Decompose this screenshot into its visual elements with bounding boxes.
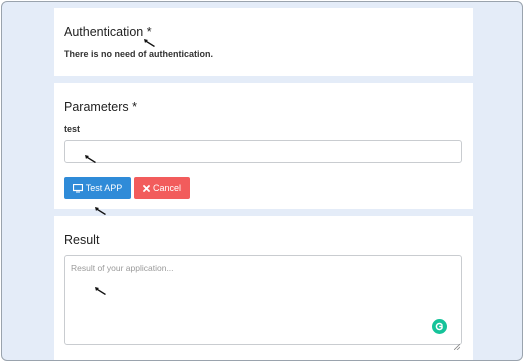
mouse-cursor-icon: [94, 282, 107, 295]
resize-grip[interactable]: [453, 337, 461, 351]
grammarly-icon[interactable]: [432, 319, 447, 334]
mouse-cursor-icon: [84, 150, 97, 163]
result-textarea[interactable]: Result of your application...: [64, 255, 462, 351]
monitor-icon: [72, 183, 83, 193]
parameters-title: Parameters *: [64, 100, 137, 114]
mouse-cursor-icon: [94, 202, 107, 215]
result-placeholder: Result of your application...: [71, 263, 174, 273]
cancel-button[interactable]: Cancel: [134, 177, 190, 199]
test-field-label: test: [64, 124, 81, 134]
test-app-button[interactable]: Test APP: [64, 177, 131, 199]
result-card: Result Result of your application...: [54, 216, 473, 360]
authentication-note: There is no need of authentication.: [64, 49, 214, 59]
app-frame: Authentication * There is no need of aut…: [1, 1, 523, 361]
x-icon: [143, 184, 150, 192]
authentication-card: Authentication * There is no need of aut…: [54, 8, 473, 76]
parameters-card: Parameters * test Test APP Cancel: [54, 83, 473, 209]
result-title: Result: [64, 233, 100, 247]
test-app-button-label: Test APP: [85, 183, 123, 193]
authentication-title: Authentication *: [64, 25, 152, 39]
test-input[interactable]: [64, 140, 462, 163]
mouse-cursor-icon: [143, 34, 156, 47]
cancel-button-label: Cancel: [152, 183, 181, 193]
